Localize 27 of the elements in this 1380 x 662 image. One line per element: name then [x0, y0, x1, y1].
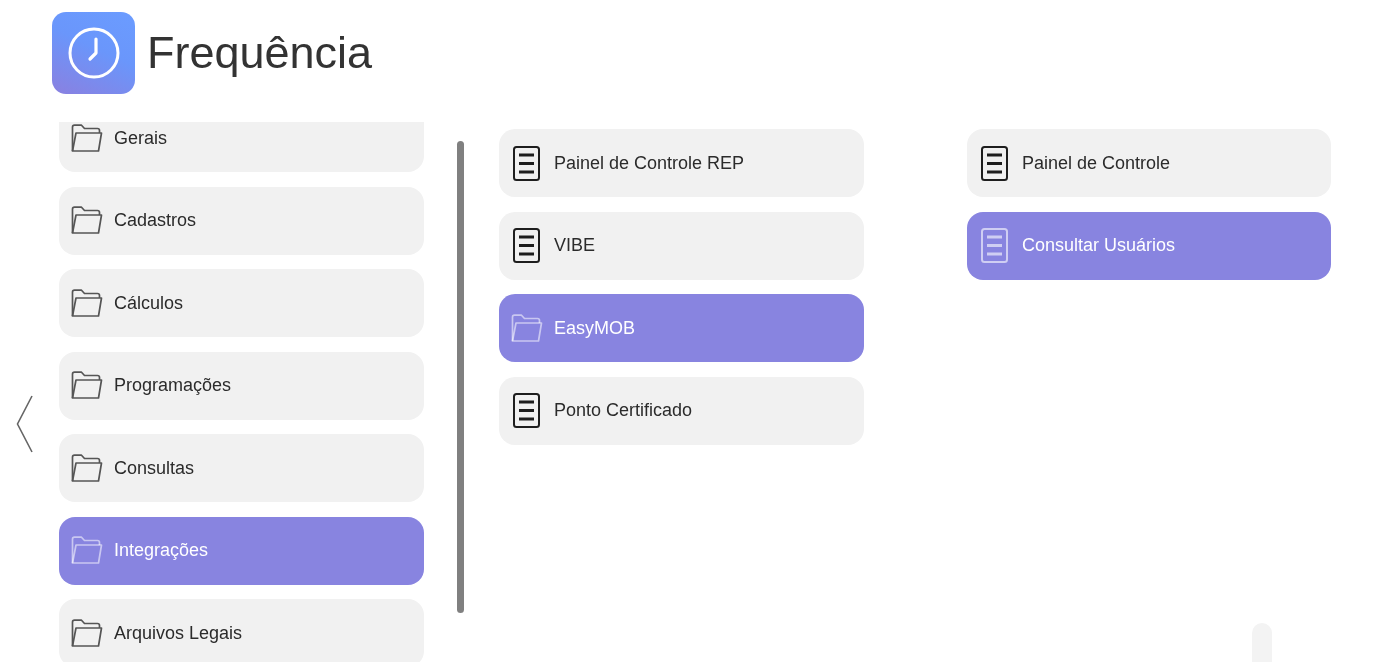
- menu-item[interactable]: Arquivos Legais: [59, 599, 424, 662]
- folder-icon: [71, 123, 103, 153]
- folder-icon: [71, 536, 103, 565]
- folder-icon: [71, 288, 103, 318]
- folder-icon: [71, 618, 103, 648]
- document-icon: [981, 228, 1008, 263]
- menu-item[interactable]: Ponto Certificado: [499, 376, 864, 445]
- menu-item[interactable]: Gerais: [59, 122, 424, 172]
- menu-item[interactable]: Painel de Controle: [967, 129, 1331, 197]
- scrollbar[interactable]: [457, 141, 464, 613]
- chevron-left-icon[interactable]: [16, 395, 33, 453]
- page-title: Frequência: [147, 27, 373, 79]
- document-icon: [513, 145, 540, 181]
- folder-icon: [71, 371, 103, 400]
- menu-item[interactable]: Painel de Controle REP: [499, 129, 864, 197]
- menu-item[interactable]: VIBE: [499, 211, 864, 280]
- folder-icon: [511, 313, 543, 343]
- menu-item[interactable]: Cadastros: [59, 186, 424, 255]
- menu-item[interactable]: Cálculos: [59, 269, 424, 337]
- folder-icon: [71, 453, 103, 483]
- folder-icon: [71, 206, 103, 235]
- menu-item[interactable]: Programações: [59, 351, 424, 420]
- document-icon: [981, 145, 1008, 181]
- document-icon: [513, 228, 540, 263]
- menu-item[interactable]: Consultas: [59, 434, 424, 502]
- clock-icon: [52, 12, 135, 94]
- document-icon: [513, 393, 540, 428]
